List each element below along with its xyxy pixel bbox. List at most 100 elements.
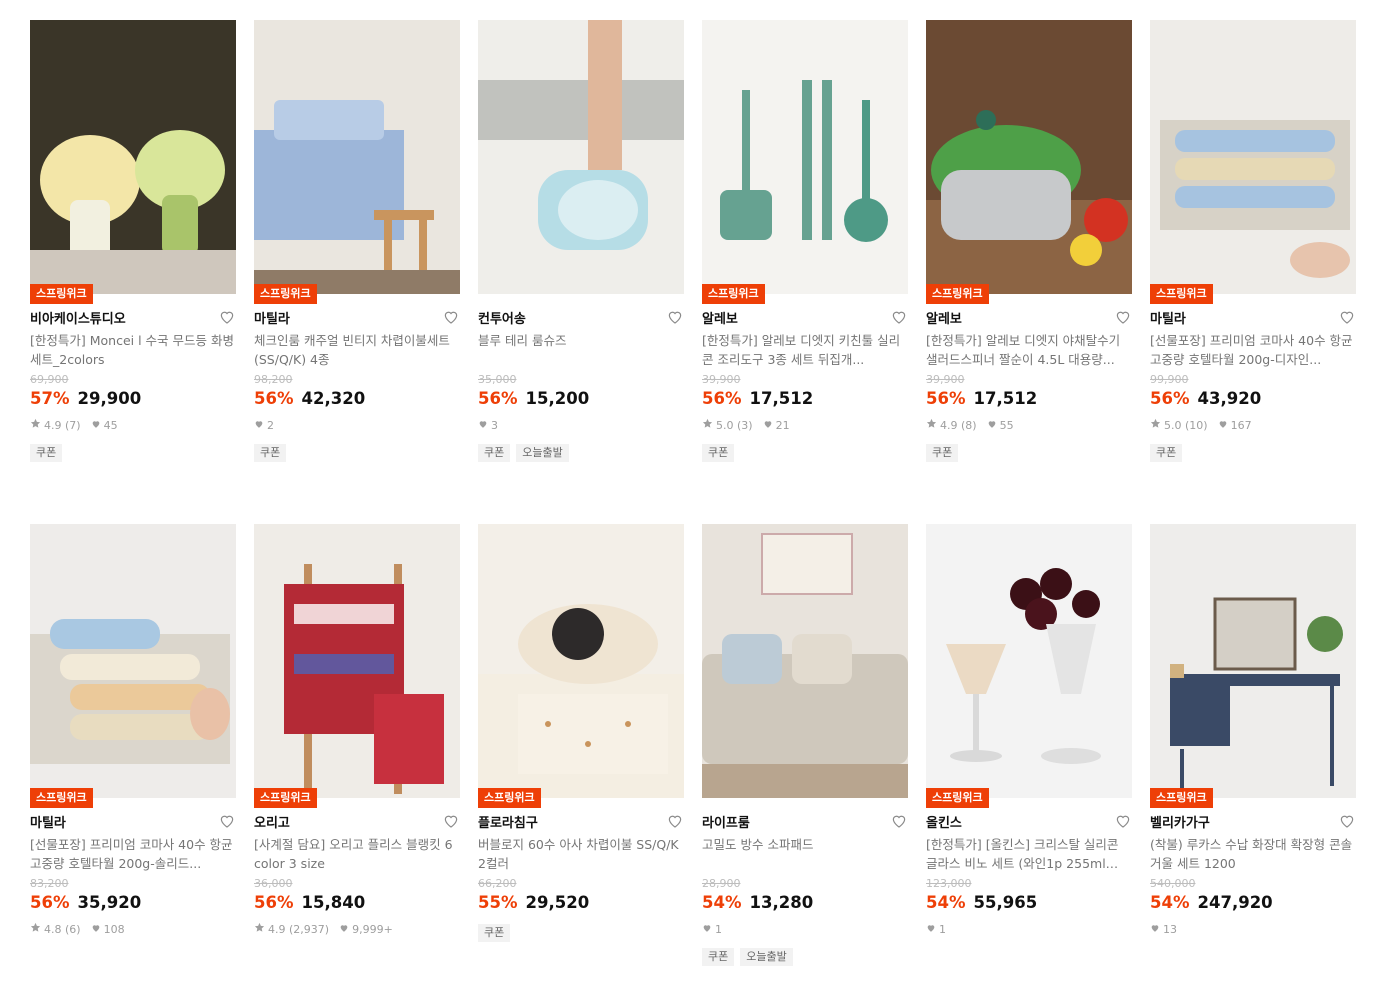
original-price: 123,000 — [926, 877, 972, 890]
promo-tag: 스프링위크 — [1150, 788, 1213, 808]
product-title[interactable]: [선물포장] 프리미엄 코마사 40수 항균 고중량 호텔타월 200g-솔리드… — [30, 835, 236, 873]
product-badge: 쿠폰 — [478, 444, 511, 462]
badge-list: 쿠폰 — [30, 444, 236, 462]
product-image[interactable] — [926, 524, 1132, 798]
heart-icon — [339, 923, 349, 936]
price-row: 56% 42,320 — [254, 389, 460, 408]
product-title[interactable]: [사계절 담요] 오리고 플리스 블랭킷 6 color 3 size — [254, 835, 460, 873]
product-card[interactable]: 스프링위크 비아케이스튜디오 [한정특가] Moncei l 수국 무드등 화병 세… — [30, 20, 236, 494]
brand-name[interactable]: 벨리카가구 — [1150, 812, 1210, 831]
product-image[interactable] — [30, 20, 236, 294]
product-card[interactable]: 스프링위크 마틸라 [선물포장] 프리미엄 코마사 40수 항균 고중량 호텔타월 … — [30, 524, 236, 998]
like-count: 167 — [1230, 418, 1252, 432]
product-card[interactable]: 스프링위크올킨스 [한정특가] [올킨스] 크리스탈 실리콘 글라스 비노 세트 … — [926, 524, 1132, 998]
product-title[interactable]: 고밀도 방수 소파패드 — [702, 835, 908, 873]
star-icon — [926, 418, 937, 432]
heart-icon — [91, 419, 101, 432]
product-card[interactable]: 스프링위크 알레보 [한정특가] 알레보 디엣지 키친툴 실리콘 조리도구 3종 세… — [702, 20, 908, 494]
discount-rate: 56% — [478, 389, 518, 408]
brand-name[interactable]: 마틸라 — [30, 812, 66, 831]
product-title[interactable]: 체크인룸 캐주얼 빈티지 차렵이불세트 (SS/Q/K) 4종 — [254, 331, 460, 369]
product-image[interactable] — [254, 20, 460, 294]
product-image[interactable] — [702, 20, 908, 294]
like-count: 1 — [939, 922, 946, 936]
heart-icon — [1218, 419, 1228, 432]
heart-icon — [91, 923, 101, 936]
like-count: 9,999+ — [352, 922, 393, 936]
product-card[interactable]: 스프링위크 오리고 [사계절 담요] 오리고 플리스 블랭킷 6 color 3 s… — [254, 524, 460, 998]
wishlist-heart-icon[interactable] — [218, 308, 236, 326]
heart-icon — [702, 923, 712, 936]
product-card[interactable]: 스프링위크벨리카가구 (착불) 루카스 수납 화장대 확장형 콘솔 거울 세트 1… — [1150, 524, 1356, 998]
wishlist-heart-icon[interactable] — [666, 812, 684, 830]
wishlist-heart-icon[interactable] — [890, 308, 908, 326]
brand-name[interactable]: 플로라침구 — [478, 812, 538, 831]
brand-name[interactable]: 라이프룸 — [702, 812, 750, 831]
review-meta: 4.8 (6) 108 — [30, 922, 236, 936]
wishlist-heart-icon[interactable] — [890, 812, 908, 830]
wishlist-heart-icon[interactable] — [1114, 308, 1132, 326]
brand-name[interactable]: 알레보 — [702, 308, 738, 327]
discount-rate: 56% — [254, 893, 294, 912]
badge-list: 쿠폰 — [926, 444, 1132, 462]
price-row: 54% 55,965 — [926, 893, 1132, 912]
discount-rate: 56% — [1150, 389, 1190, 408]
wishlist-heart-icon[interactable] — [218, 812, 236, 830]
promo-tag: 스프링위크 — [926, 788, 989, 808]
review-meta: 4.9 (7) 45 — [30, 418, 236, 432]
product-title[interactable]: [한정특가] [올킨스] 크리스탈 실리콘 글라스 비노 세트 (와인1p 25… — [926, 835, 1132, 873]
wishlist-heart-icon[interactable] — [442, 308, 460, 326]
product-title[interactable]: 버블로지 60수 아사 차렵이불 SS/Q/K 2컬러 — [478, 835, 684, 873]
brand-name[interactable]: 알레보 — [926, 308, 962, 327]
badge-list: 쿠폰 — [702, 444, 908, 462]
product-title[interactable]: (착불) 루카스 수납 화장대 확장형 콘솔 거울 세트 1200 — [1150, 835, 1356, 873]
sale-price: 15,200 — [525, 389, 590, 408]
brand-name[interactable]: 올킨스 — [926, 812, 962, 831]
price-row: 56% 15,840 — [254, 893, 460, 912]
price-row: 54% 247,920 — [1150, 893, 1356, 912]
product-image[interactable] — [702, 524, 908, 798]
badge-list: 쿠폰 — [478, 924, 684, 942]
wishlist-heart-icon[interactable] — [1114, 812, 1132, 830]
product-image[interactable] — [1150, 524, 1356, 798]
wishlist-heart-icon[interactable] — [666, 308, 684, 326]
brand-name[interactable]: 컨투어송 — [478, 308, 526, 327]
product-card[interactable]: 스프링위크 마틸라 체크인룸 캐주얼 빈티지 차렵이불세트 (SS/Q/K) 4종 9… — [254, 20, 460, 494]
like-count: 1 — [715, 922, 722, 936]
original-price: 66,200 — [478, 877, 517, 890]
price-row: 56% 17,512 — [926, 389, 1132, 408]
product-card[interactable]: 스프링위크 마틸라 [선물포장] 프리미엄 코마사 40수 항균 고중량 호텔타월 … — [1150, 20, 1356, 494]
product-card[interactable]: 컨투어송 블루 테리 룸슈즈 35,000 56% 15,200 3 쿠폰 오늘출발 — [478, 20, 684, 494]
product-image[interactable] — [478, 20, 684, 294]
discount-rate: 54% — [926, 893, 966, 912]
product-card[interactable]: 스프링위크 알레보 [한정특가] 알레보 디엣지 야채탈수기 샐러드스피너 짤순이 … — [926, 20, 1132, 494]
rating-text: 4.9 (2,937) — [268, 922, 330, 936]
product-image[interactable] — [926, 20, 1132, 294]
brand-name[interactable]: 오리고 — [254, 812, 290, 831]
discount-rate: 55% — [478, 893, 518, 912]
rating-text: 4.9 (8) — [940, 418, 977, 432]
product-image[interactable] — [30, 524, 236, 798]
brand-name[interactable]: 비아케이스튜디오 — [30, 308, 126, 327]
product-card[interactable]: 라이프룸 고밀도 방수 소파패드 28,900 54% 13,280 1 쿠폰 오늘출발 — [702, 524, 908, 998]
product-card[interactable]: 스프링위크 플로라침구 버블로지 60수 아사 차렵이불 SS/Q/K 2컬러 66,… — [478, 524, 684, 998]
product-title[interactable]: 블루 테리 룸슈즈 — [478, 331, 684, 369]
brand-name[interactable]: 마틸라 — [1150, 308, 1186, 327]
wishlist-heart-icon[interactable] — [1338, 308, 1356, 326]
product-title[interactable]: [선물포장] 프리미엄 코마사 40수 항균 고중량 호텔타월 200g-디자인… — [1150, 331, 1356, 369]
product-image[interactable] — [254, 524, 460, 798]
heart-icon — [1150, 923, 1160, 936]
product-badge: 쿠폰 — [254, 444, 287, 462]
star-icon — [30, 922, 41, 936]
badge-list: 쿠폰 — [1150, 444, 1356, 462]
product-image[interactable] — [1150, 20, 1356, 294]
product-title[interactable]: [한정특가] 알레보 디엣지 키친툴 실리콘 조리도구 3종 세트 뒤집개... — [702, 331, 908, 369]
product-title[interactable]: [한정특가] Moncei l 수국 무드등 화병 세트_2colors — [30, 331, 236, 369]
like-count: 2 — [267, 418, 274, 432]
wishlist-heart-icon[interactable] — [1338, 812, 1356, 830]
wishlist-heart-icon[interactable] — [442, 812, 460, 830]
product-title[interactable]: [한정특가] 알레보 디엣지 야채탈수기 샐러드스피너 짤순이 4.5L 대용량… — [926, 331, 1132, 369]
product-image[interactable] — [478, 524, 684, 798]
review-meta: 13 — [1150, 922, 1356, 936]
brand-name[interactable]: 마틸라 — [254, 308, 290, 327]
